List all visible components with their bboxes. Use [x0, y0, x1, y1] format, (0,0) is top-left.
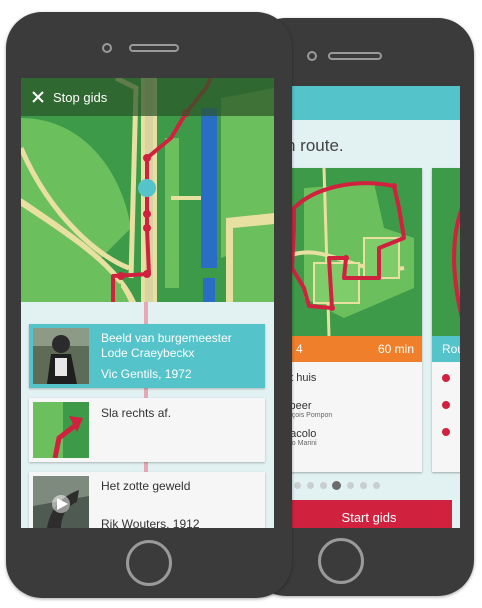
start-guide-button[interactable]: Start gids	[286, 500, 452, 528]
play-icon[interactable]	[55, 497, 69, 511]
stop-guide-title[interactable]: Stop gids	[53, 90, 107, 105]
front-camera	[102, 43, 112, 53]
app-header-bar	[266, 86, 460, 120]
route-label-next: Rou	[442, 342, 460, 356]
pager-dot[interactable]	[294, 482, 301, 489]
front-camera	[307, 51, 317, 61]
route-map-next	[432, 168, 460, 336]
stop-title-line2: Lode Craeybeckx	[101, 346, 195, 360]
route-card-bar-next: Rou	[432, 336, 460, 362]
pager-dot[interactable]	[320, 482, 327, 489]
speaker-grille	[129, 44, 179, 52]
page-heading: n route.	[286, 136, 344, 155]
route-map	[284, 168, 422, 336]
pager-dot[interactable]	[360, 482, 367, 489]
stop-title-line1: Beeld van burgemeester	[101, 331, 232, 345]
start-guide-label: Start gids	[341, 510, 397, 525]
route-duration: 60 min	[377, 342, 414, 356]
direction-card[interactable]: Sla rechts af.	[29, 398, 265, 462]
home-button[interactable]	[126, 540, 172, 586]
pager-dot[interactable]	[373, 482, 380, 489]
route-card[interactable]: e 4 60 min et huis sbeer ançois Pompon i…	[284, 168, 422, 472]
direction-text: Sla rechts af.	[101, 406, 172, 420]
route-dot	[442, 428, 450, 436]
home-button[interactable]	[318, 538, 364, 584]
route-dot	[442, 401, 450, 409]
stop-artist: Vic Gentils, 1972	[101, 367, 192, 381]
close-icon[interactable]	[32, 91, 44, 103]
front-screen: Stop gids Beeld van burgemeester Lode Cr…	[21, 78, 274, 528]
route-card-bar: e 4 60 min	[284, 336, 422, 362]
stop-card[interactable]: Het zotte geweld Rik Wouters, 1912	[29, 472, 265, 528]
back-screen: n route. e 4 60 min et huis sbeer ançois…	[266, 86, 460, 528]
stop-title: Het zotte geweld	[101, 479, 191, 493]
pager-dot-active[interactable]	[332, 481, 341, 490]
route-dot	[442, 374, 450, 382]
pager-dot[interactable]	[307, 482, 314, 489]
route-card-next[interactable]: Rou	[432, 168, 460, 472]
pager-dot[interactable]	[347, 482, 354, 489]
speaker-grille	[328, 52, 382, 60]
statue-photo	[33, 328, 89, 384]
mini-map-arrow	[33, 402, 89, 458]
stop-card-active[interactable]: Beeld van burgemeester Lode Craeybeckx V…	[29, 324, 265, 388]
stop-artist: Rik Wouters, 1912	[101, 517, 200, 528]
front-phone: Stop gids Beeld van burgemeester Lode Cr…	[6, 12, 292, 598]
guide-header: Stop gids	[21, 78, 274, 116]
